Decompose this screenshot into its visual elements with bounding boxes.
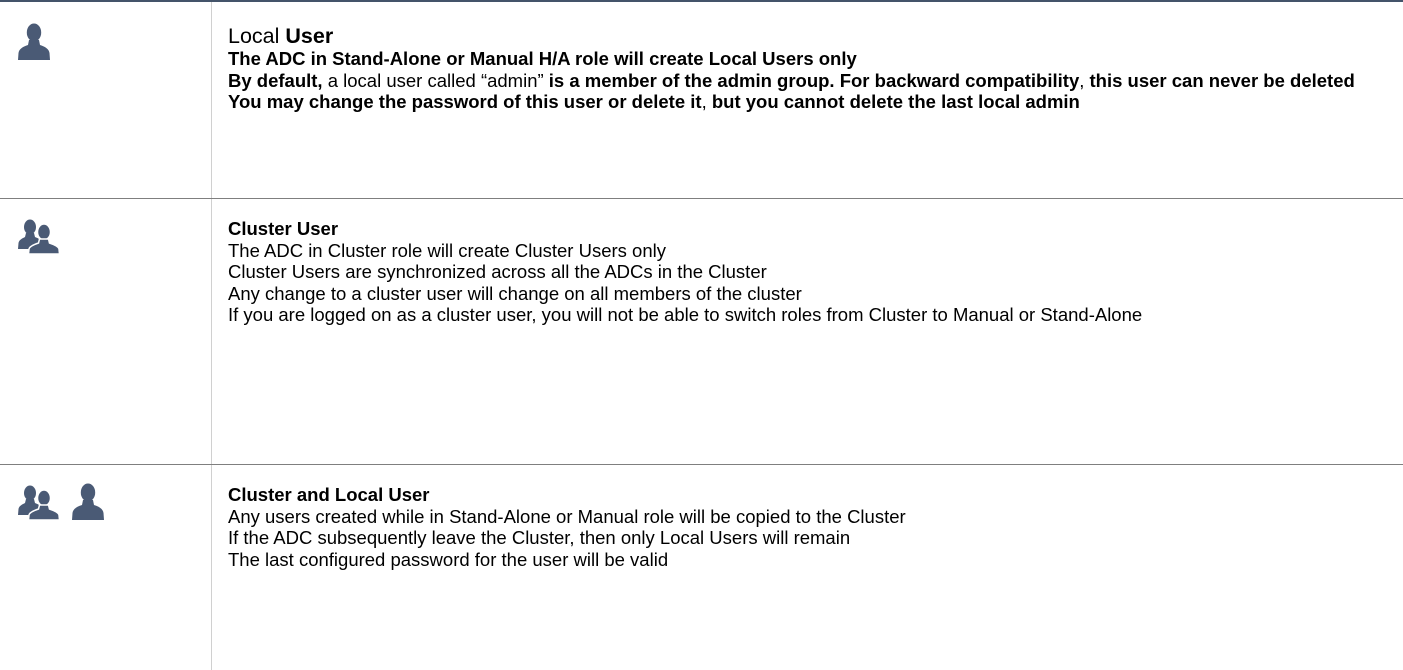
row-line: If you are logged on as a cluster user, … <box>228 304 1143 325</box>
description-cell: Local User The ADC in Stand-Alone or Man… <box>228 24 1383 113</box>
description-cell: Cluster User The ADC in Cluster role wil… <box>228 218 1383 326</box>
table-row-cluster-and-local-user: Cluster and Local User Any users created… <box>0 465 1403 670</box>
table-row-local-user: Local User The ADC in Stand-Alone or Man… <box>0 2 1403 199</box>
row-line: Cluster Users are synchronized across al… <box>228 261 767 282</box>
row-line: Any change to a cluster user will change… <box>228 282 802 304</box>
table-row-cluster-user: Cluster User The ADC in Cluster role wil… <box>0 199 1403 465</box>
description-cell: Cluster and Local User Any users created… <box>228 484 1383 570</box>
row-title: Local User <box>228 24 334 48</box>
icon-cell <box>0 2 212 198</box>
icon-cell <box>0 465 212 670</box>
icon-cell <box>0 199 212 464</box>
row-line: By default, a local user called “admin” … <box>228 69 1355 91</box>
row-title: Cluster User <box>228 218 339 239</box>
row-line: You may change the password of this user… <box>228 91 1080 112</box>
user-pair-and-single-user-icon <box>18 483 104 520</box>
row-title: Cluster and Local User <box>228 484 430 505</box>
user-pair-icon <box>18 219 60 254</box>
row-line: The ADC in Cluster role will create Clus… <box>228 239 666 261</box>
row-line: If the ADC subsequently leave the Cluste… <box>228 527 851 548</box>
row-line: The ADC in Stand-Alone or Manual H/A rol… <box>228 48 857 69</box>
user-types-table: Local User The ADC in Stand-Alone or Man… <box>0 0 1403 670</box>
single-user-icon <box>18 23 50 60</box>
row-line: The last configured password for the use… <box>228 548 669 570</box>
row-line: Any users created while in Stand-Alone o… <box>228 505 906 527</box>
